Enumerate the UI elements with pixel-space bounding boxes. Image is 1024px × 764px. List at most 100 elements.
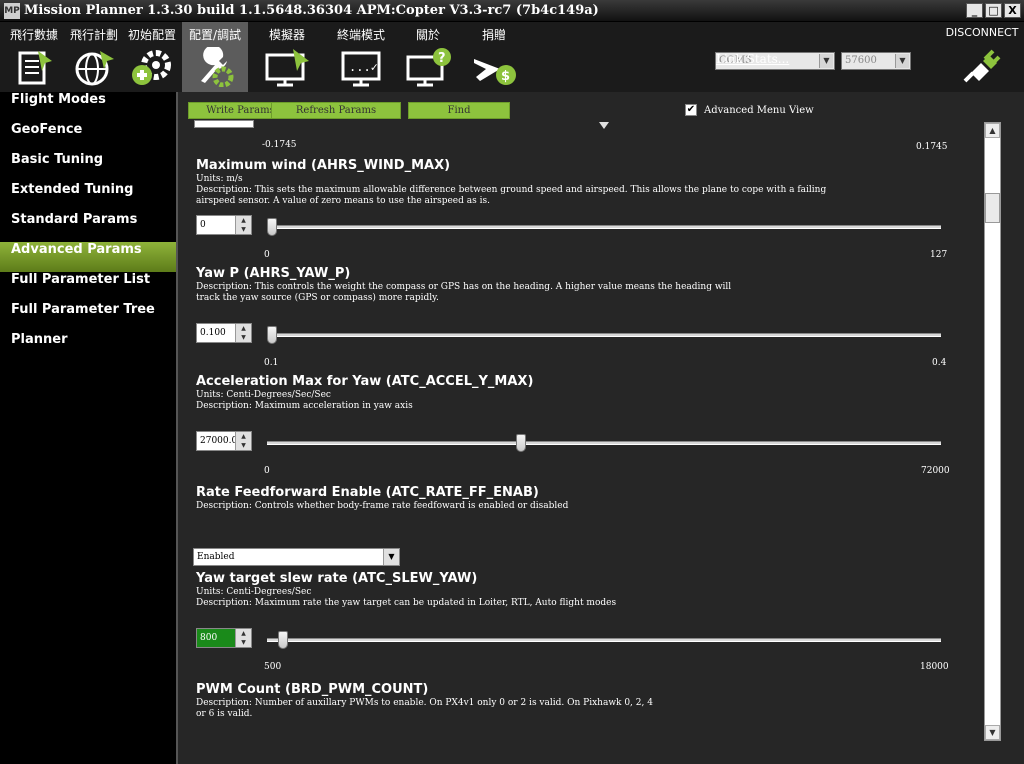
menu-initial-setup[interactable]: 初始配置 (124, 22, 180, 92)
menu-donate-label: 捐贈 (481, 28, 506, 42)
main-menu-bar: 飛行數據 飛行計劃 初始配置 配置/調試 模擬器 終端模式 ...✓ 關於 ? … (0, 22, 1024, 92)
param-title: Maximum wind (AHRS_WIND_MAX) (196, 158, 451, 173)
menu-flight-data[interactable]: 飛行數據 (4, 22, 64, 92)
advanced-view-label: Advanced Menu View (704, 105, 814, 116)
param-value-input[interactable]: 0 ▲ ▼ (196, 215, 252, 235)
param-value: 0.100 (200, 328, 226, 338)
menu-flight-data-label: 飛行數據 (9, 28, 58, 42)
slider-max-label: 0.1745 (916, 142, 948, 152)
param-title: PWM Count (BRD_PWM_COUNT) (196, 682, 429, 697)
param-description: Description: Number of auxillary PWMs to… (196, 698, 653, 719)
param-value-input[interactable]: 800 ▲ ▼ (196, 628, 252, 648)
sidebar-item-planner[interactable]: Planner (0, 332, 176, 362)
slider-thumb[interactable] (278, 631, 289, 649)
stepper-icon[interactable]: ▲ ▼ (235, 629, 251, 647)
slider-max-label: 127 (930, 250, 948, 260)
scroll-up-icon[interactable]: ▲ (985, 123, 1000, 138)
title-bar: MP Mission Planner 1.3.30 build 1.1.5648… (0, 0, 1024, 22)
chevron-down-icon: ▼ (895, 54, 909, 68)
param-value: 800 (200, 633, 218, 643)
slider-thumb[interactable] (267, 218, 277, 236)
menu-terminal[interactable]: 終端模式 ...✓ (330, 22, 392, 92)
close-button[interactable]: X (1004, 3, 1021, 18)
partial-input (194, 120, 254, 128)
refresh-params-button[interactable]: Refresh Params (271, 102, 401, 119)
scroll-down-icon[interactable]: ▼ (985, 725, 1000, 740)
slider-min-label: -0.1745 (262, 140, 297, 150)
simulation-icon (265, 49, 309, 87)
menu-simulation-label: 模擬器 (268, 28, 305, 42)
param-title: Acceleration Max for Yaw (ATC_ACCEL_Y_MA… (196, 374, 534, 389)
find-button[interactable]: Find (408, 102, 510, 119)
sidebar-item-basic-tuning[interactable]: Basic Tuning (0, 152, 176, 182)
slider-min-label: 0.1 (264, 358, 279, 368)
param-description: Description: Maximum acceleration in yaw… (196, 401, 413, 411)
param-description: Description: This sets the maximum allow… (196, 185, 827, 206)
stepper-icon[interactable]: ▲ ▼ (235, 324, 251, 342)
param-units: Units: Centi-Degrees/Sec (196, 587, 312, 597)
disconnect-label: DISCONNECT (945, 26, 1019, 39)
param-value: 0 (200, 220, 206, 230)
scroll-thumb[interactable] (985, 193, 1000, 223)
sidebar-item-geofence[interactable]: GeoFence (0, 122, 176, 152)
param-enable-select[interactable]: Enabled ▼ (193, 548, 400, 566)
maximize-button[interactable]: □ (985, 3, 1002, 18)
window-title: Mission Planner 1.3.30 build 1.1.5648.36… (24, 3, 599, 18)
menu-simulation[interactable]: 模擬器 (256, 22, 318, 92)
chevron-down-icon: ▼ (819, 54, 833, 68)
param-value-input[interactable]: 27000.0 ▲ ▼ (196, 431, 252, 451)
sidebar-item-full-parameter-list[interactable]: Full Parameter List (0, 272, 176, 302)
sidebar-item-extended-tuning[interactable]: Extended Tuning (0, 182, 176, 212)
selected-option: Enabled (197, 552, 235, 562)
flight-data-icon (18, 51, 52, 85)
param-units: Units: m/s (196, 174, 243, 184)
baud-rate-value: 57600 (845, 55, 877, 66)
param-slider[interactable] (267, 225, 941, 229)
link-stats-link[interactable]: Link Stats... (716, 52, 789, 66)
param-slider[interactable] (267, 441, 941, 445)
slider-max-label: 18000 (920, 662, 949, 672)
svg-text:?: ? (438, 51, 446, 66)
param-slider[interactable] (267, 638, 941, 642)
advanced-params-panel: Write Params Refresh Params Find ✔ Advan… (176, 92, 1024, 764)
slider-pointer-icon (599, 122, 609, 129)
param-value: 27000.0 (200, 436, 238, 446)
svg-text:...✓: ...✓ (349, 60, 378, 74)
slider-max-label: 0.4 (932, 358, 947, 368)
baud-rate-select[interactable]: 57600 ▼ (841, 52, 911, 70)
menu-flight-plan[interactable]: 飛行計劃 (64, 22, 124, 92)
advanced-view-checkbox[interactable]: ✔ (685, 104, 697, 116)
param-units: Units: Centi-Degrees/Sec/Sec (196, 390, 331, 400)
slider-min-label: 0 (264, 250, 270, 260)
param-slider[interactable] (267, 333, 941, 337)
sidebar-item-full-parameter-tree[interactable]: Full Parameter Tree (0, 302, 176, 332)
slider-thumb[interactable] (516, 434, 526, 452)
slider-thumb[interactable] (267, 326, 277, 344)
donate-icon: $ (474, 59, 516, 85)
menu-config-tuning-label: 配置/調試 (188, 28, 242, 42)
initial-setup-icon (132, 50, 171, 85)
sidebar-item-advanced-params[interactable]: Advanced Params (0, 242, 182, 272)
terminal-icon: ...✓ (341, 51, 381, 87)
config-sidebar: Flight Modes GeoFence Basic Tuning Exten… (0, 92, 182, 764)
menu-config-tuning[interactable]: 配置/調試 (182, 22, 248, 92)
stepper-icon[interactable]: ▲ ▼ (235, 432, 251, 450)
param-value-input[interactable]: 0.100 ▲ ▼ (196, 323, 252, 343)
sidebar-item-standard-params[interactable]: Standard Params (0, 212, 176, 242)
param-title: Rate Feedforward Enable (ATC_RATE_FF_ENA… (196, 485, 539, 500)
stepper-icon[interactable]: ▲ ▼ (235, 216, 251, 234)
vertical-scrollbar[interactable]: ▲ ▼ (984, 122, 1001, 741)
app-logo-icon: MP (4, 3, 20, 19)
menu-donate[interactable]: 捐贈 $ (464, 22, 524, 92)
config-tuning-icon (201, 47, 234, 87)
param-title: Yaw P (AHRS_YAW_P) (196, 266, 351, 281)
minimize-button[interactable]: _ (966, 3, 983, 18)
disconnect-button[interactable]: DISCONNECT (940, 26, 1024, 83)
sidebar-item-flight-modes[interactable]: Flight Modes (0, 92, 176, 122)
menu-help[interactable]: 關於 ? (400, 22, 456, 92)
flight-plan-icon (75, 51, 114, 86)
plug-icon (963, 49, 1001, 83)
chevron-down-icon: ▼ (383, 549, 399, 565)
menu-terminal-label: 終端模式 (336, 28, 385, 42)
slider-min-label: 0 (264, 466, 270, 476)
